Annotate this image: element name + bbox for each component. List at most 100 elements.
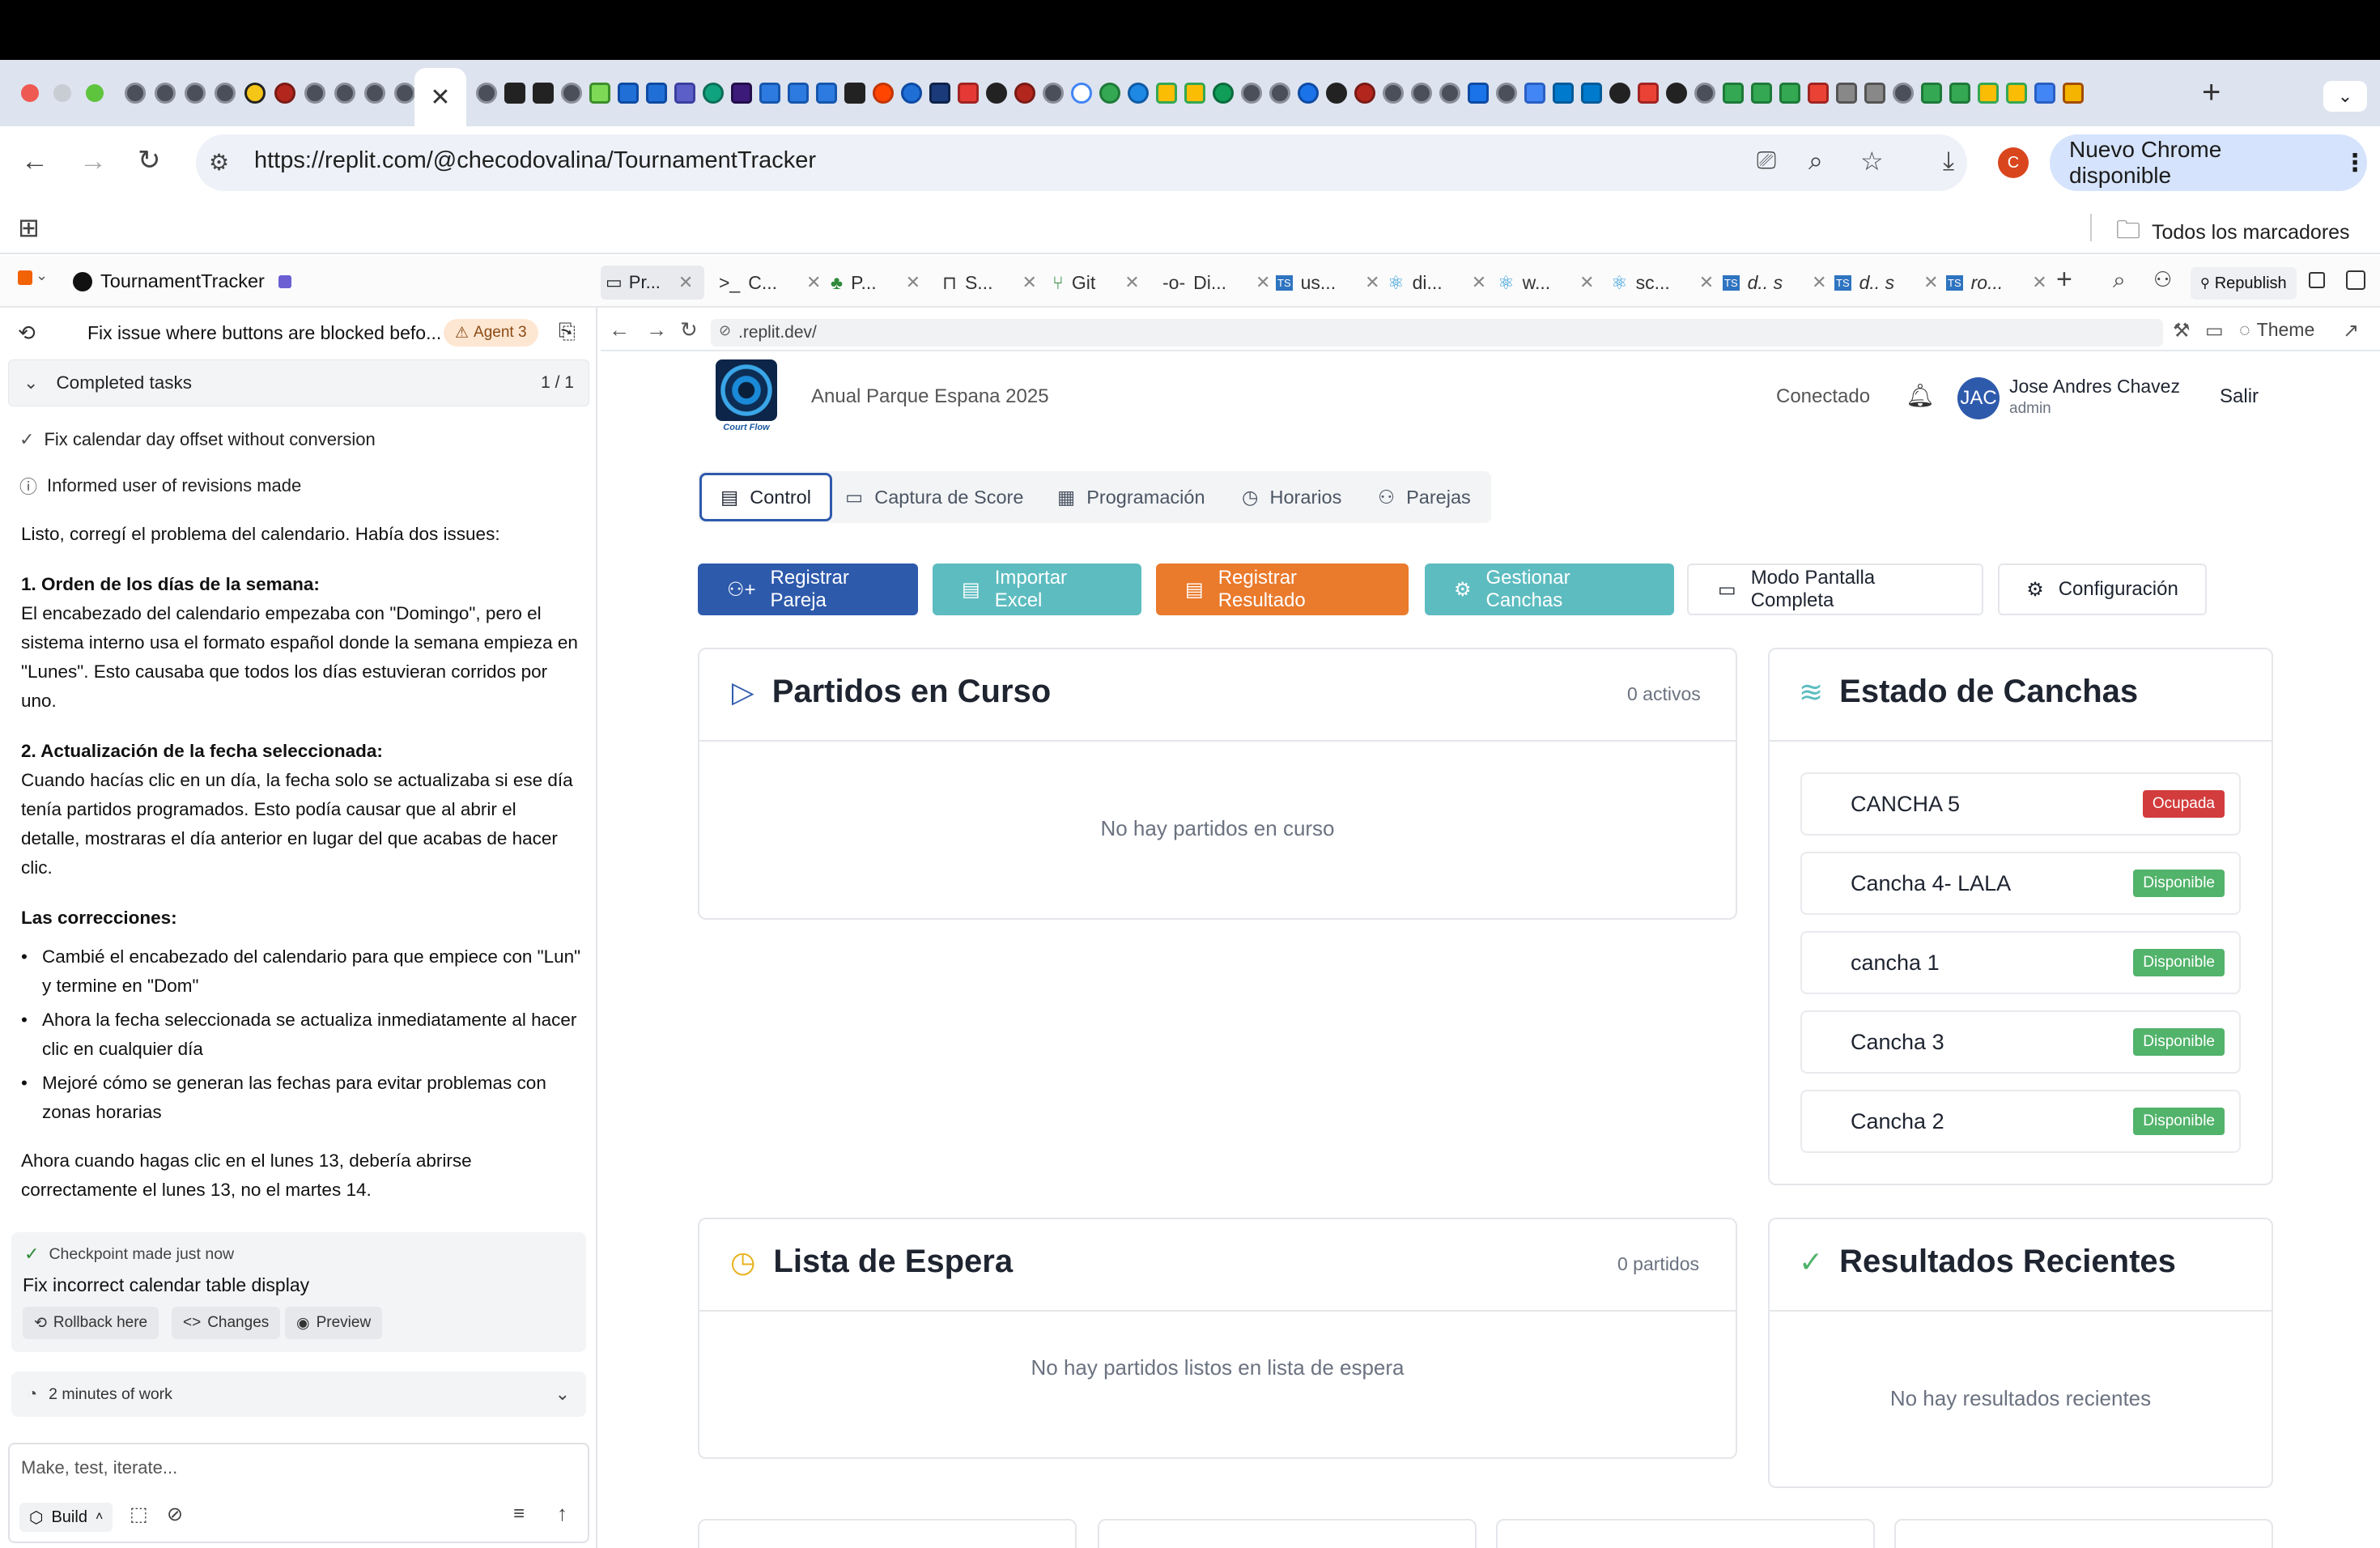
close-tab-icon[interactable]: ✕ [1812, 272, 1826, 293]
tab-favicon-icon[interactable] [958, 83, 979, 104]
send-arrow-icon[interactable]: ↑ [557, 1501, 567, 1526]
tab-favicon-icon[interactable] [1723, 83, 1744, 104]
devtools-icon[interactable]: ⚒ [2173, 319, 2191, 342]
close-tab-icon[interactable]: ✕ [1365, 272, 1379, 293]
replit-tab-secrets[interactable]: ⊓ S... ✕ [942, 267, 1037, 298]
court-row[interactable]: Cancha 2 Disponible [1800, 1090, 2241, 1153]
tab-favicon-icon[interactable] [394, 83, 415, 104]
tab-favicon-icon[interactable] [1751, 83, 1772, 104]
tab-favicon-icon[interactable] [816, 83, 837, 104]
replit-tab-file-2[interactable]: ⚛ di... ✕ [1388, 267, 1486, 298]
replit-tab-file-5[interactable]: TS d.. s ✕ [1723, 267, 1827, 298]
tab-favicon-icon[interactable] [1524, 83, 1545, 104]
tab-favicon-icon[interactable] [1014, 83, 1035, 104]
tab-favicon-icon[interactable] [304, 83, 325, 104]
tab-favicon-icon[interactable] [1439, 83, 1460, 104]
tab-favicon-icon[interactable] [1128, 83, 1149, 104]
completed-tasks-toggle[interactable]: ⌄ Completed tasks 1 / 1 [8, 359, 589, 406]
preview-forward-icon[interactable]: → [646, 317, 667, 342]
close-tab-icon[interactable]: ✕ [1256, 272, 1270, 293]
logout-button[interactable]: Salir [2220, 385, 2259, 408]
close-tab-icon[interactable]: ✕ [430, 83, 450, 112]
sidebar-toggle-icon[interactable] [2346, 270, 2365, 290]
build-mode-button[interactable]: ⬡ Build ˄ [19, 1503, 113, 1532]
tab-favicon-icon[interactable] [1609, 83, 1630, 104]
attach-icon[interactable]: ⊘ [167, 1503, 183, 1526]
close-tab-icon[interactable]: ✕ [1472, 272, 1486, 293]
close-tab-icon[interactable]: ✕ [1923, 272, 1938, 293]
tab-favicon-icon[interactable] [2006, 83, 2027, 104]
register-result-button[interactable]: ▤ Registrar Resultado [1156, 563, 1409, 615]
invite-user-icon[interactable]: ⚇ [2153, 267, 2172, 292]
tab-favicon-icon[interactable] [1156, 83, 1177, 104]
replit-tab-git[interactable]: ⑂ Git ✕ [1052, 267, 1140, 298]
new-chat-icon[interactable]: ⎘ [559, 319, 576, 345]
tab-favicon-icon[interactable] [1864, 83, 1885, 104]
tab-favicon-icon[interactable] [1241, 83, 1262, 104]
maximize-window-button[interactable] [86, 84, 104, 102]
replit-tab-file-1[interactable]: TS us... ✕ [1276, 267, 1380, 298]
court-row[interactable]: Cancha 3 Disponible [1800, 1010, 2241, 1074]
tab-favicon-icon[interactable] [1553, 83, 1574, 104]
close-tab-icon[interactable]: ✕ [906, 272, 920, 293]
apps-grid-icon[interactable]: ⊞ [18, 212, 40, 243]
tab-favicon-icon[interactable] [788, 83, 809, 104]
replit-tab-file-4[interactable]: ⚛ sc... ✕ [1611, 267, 1714, 298]
tab-favicon-icon[interactable] [215, 83, 236, 104]
tab-pairs[interactable]: ⚇ Parejas [1378, 486, 1471, 508]
close-tab-icon[interactable]: ✕ [806, 272, 821, 293]
tab-schedule[interactable]: ◷ Horarios [1242, 486, 1341, 508]
tab-favicon-icon[interactable] [1808, 83, 1829, 104]
tab-favicon-icon[interactable] [1213, 83, 1234, 104]
project-name[interactable]: TournamentTracker [100, 270, 265, 292]
replit-tab-file-6[interactable]: TS d.. s ✕ [1834, 267, 1939, 298]
preview-url-input[interactable]: .replit.dev/ [711, 319, 2163, 347]
work-time-toggle[interactable]: ◔ 2 minutes of work ⌄ [11, 1372, 586, 1417]
tab-favicon-icon[interactable] [1326, 83, 1347, 104]
tab-favicon-icon[interactable] [1354, 83, 1375, 104]
tab-favicon-icon[interactable] [1071, 83, 1092, 104]
device-icon[interactable]: ▭ [2205, 319, 2224, 342]
close-tab-icon[interactable]: ✕ [1699, 272, 1714, 293]
chat-thread-title[interactable]: Fix issue where buttons are blocked befo… [87, 322, 441, 344]
tab-favicon-icon[interactable] [1496, 83, 1517, 104]
theme-button[interactable]: ◌ Theme [2239, 319, 2314, 341]
tab-favicon-icon[interactable] [703, 83, 724, 104]
downloads-icon[interactable]: ⤓ [1943, 146, 1954, 176]
close-tab-icon[interactable]: ✕ [1579, 272, 1594, 293]
fullscreen-mode-button[interactable]: ▭ Modo Pantalla Completa [1687, 563, 1983, 615]
tab-favicon-icon[interactable] [2063, 83, 2084, 104]
replit-tab-preview[interactable]: ▭ Pr... ✕ [601, 266, 704, 300]
court-flow-logo[interactable] [716, 359, 777, 421]
bookmark-star-icon[interactable]: ☆ [1860, 146, 1884, 176]
changes-button[interactable]: <> Changes [172, 1307, 281, 1339]
close-tab-icon[interactable]: ✕ [2032, 272, 2046, 293]
chat-input[interactable]: Make, test, iterate... [21, 1457, 177, 1478]
court-row[interactable]: CANCHA 5 Ocupada [1800, 772, 2241, 836]
tab-favicon-icon[interactable] [901, 83, 922, 104]
add-tab-icon[interactable]: + [2056, 264, 2072, 296]
court-row[interactable]: Cancha 4- LALA Disponible [1800, 852, 2241, 915]
court-row[interactable]: cancha 1 Disponible [1800, 931, 2241, 994]
tab-favicon-icon[interactable] [1779, 83, 1800, 104]
settings-button[interactable]: ⚙ Configuración [1998, 563, 2207, 615]
tab-favicon-icon[interactable] [1411, 83, 1432, 104]
back-arrow-icon[interactable]: ← [21, 146, 49, 177]
search-icon[interactable]: ⌕ [2113, 267, 2126, 294]
tab-favicon-icon[interactable] [1694, 83, 1715, 104]
manage-courts-button[interactable]: ⚙ Gestionar Canchas [1425, 563, 1674, 615]
tab-favicon-icon[interactable] [1581, 83, 1602, 104]
tab-favicon-icon[interactable] [731, 83, 752, 104]
active-browser-tab[interactable]: ✕ [414, 68, 466, 126]
new-tab-icon[interactable]: + [2202, 74, 2221, 111]
select-element-icon[interactable]: ⬚ [130, 1503, 148, 1526]
tab-favicon-icon[interactable] [125, 83, 146, 104]
republish-button[interactable]: ⚲ Republish [2191, 267, 2297, 300]
tab-favicon-icon[interactable] [1978, 83, 1999, 104]
tab-favicon-icon[interactable] [844, 83, 865, 104]
tab-favicon-icon[interactable] [533, 83, 554, 104]
replit-tab-console[interactable]: >_ C... ✕ [719, 267, 821, 298]
tab-favicon-icon[interactable] [986, 83, 1007, 104]
tab-favicon-icon[interactable] [589, 83, 610, 104]
tab-favicon-icon[interactable] [1638, 83, 1659, 104]
